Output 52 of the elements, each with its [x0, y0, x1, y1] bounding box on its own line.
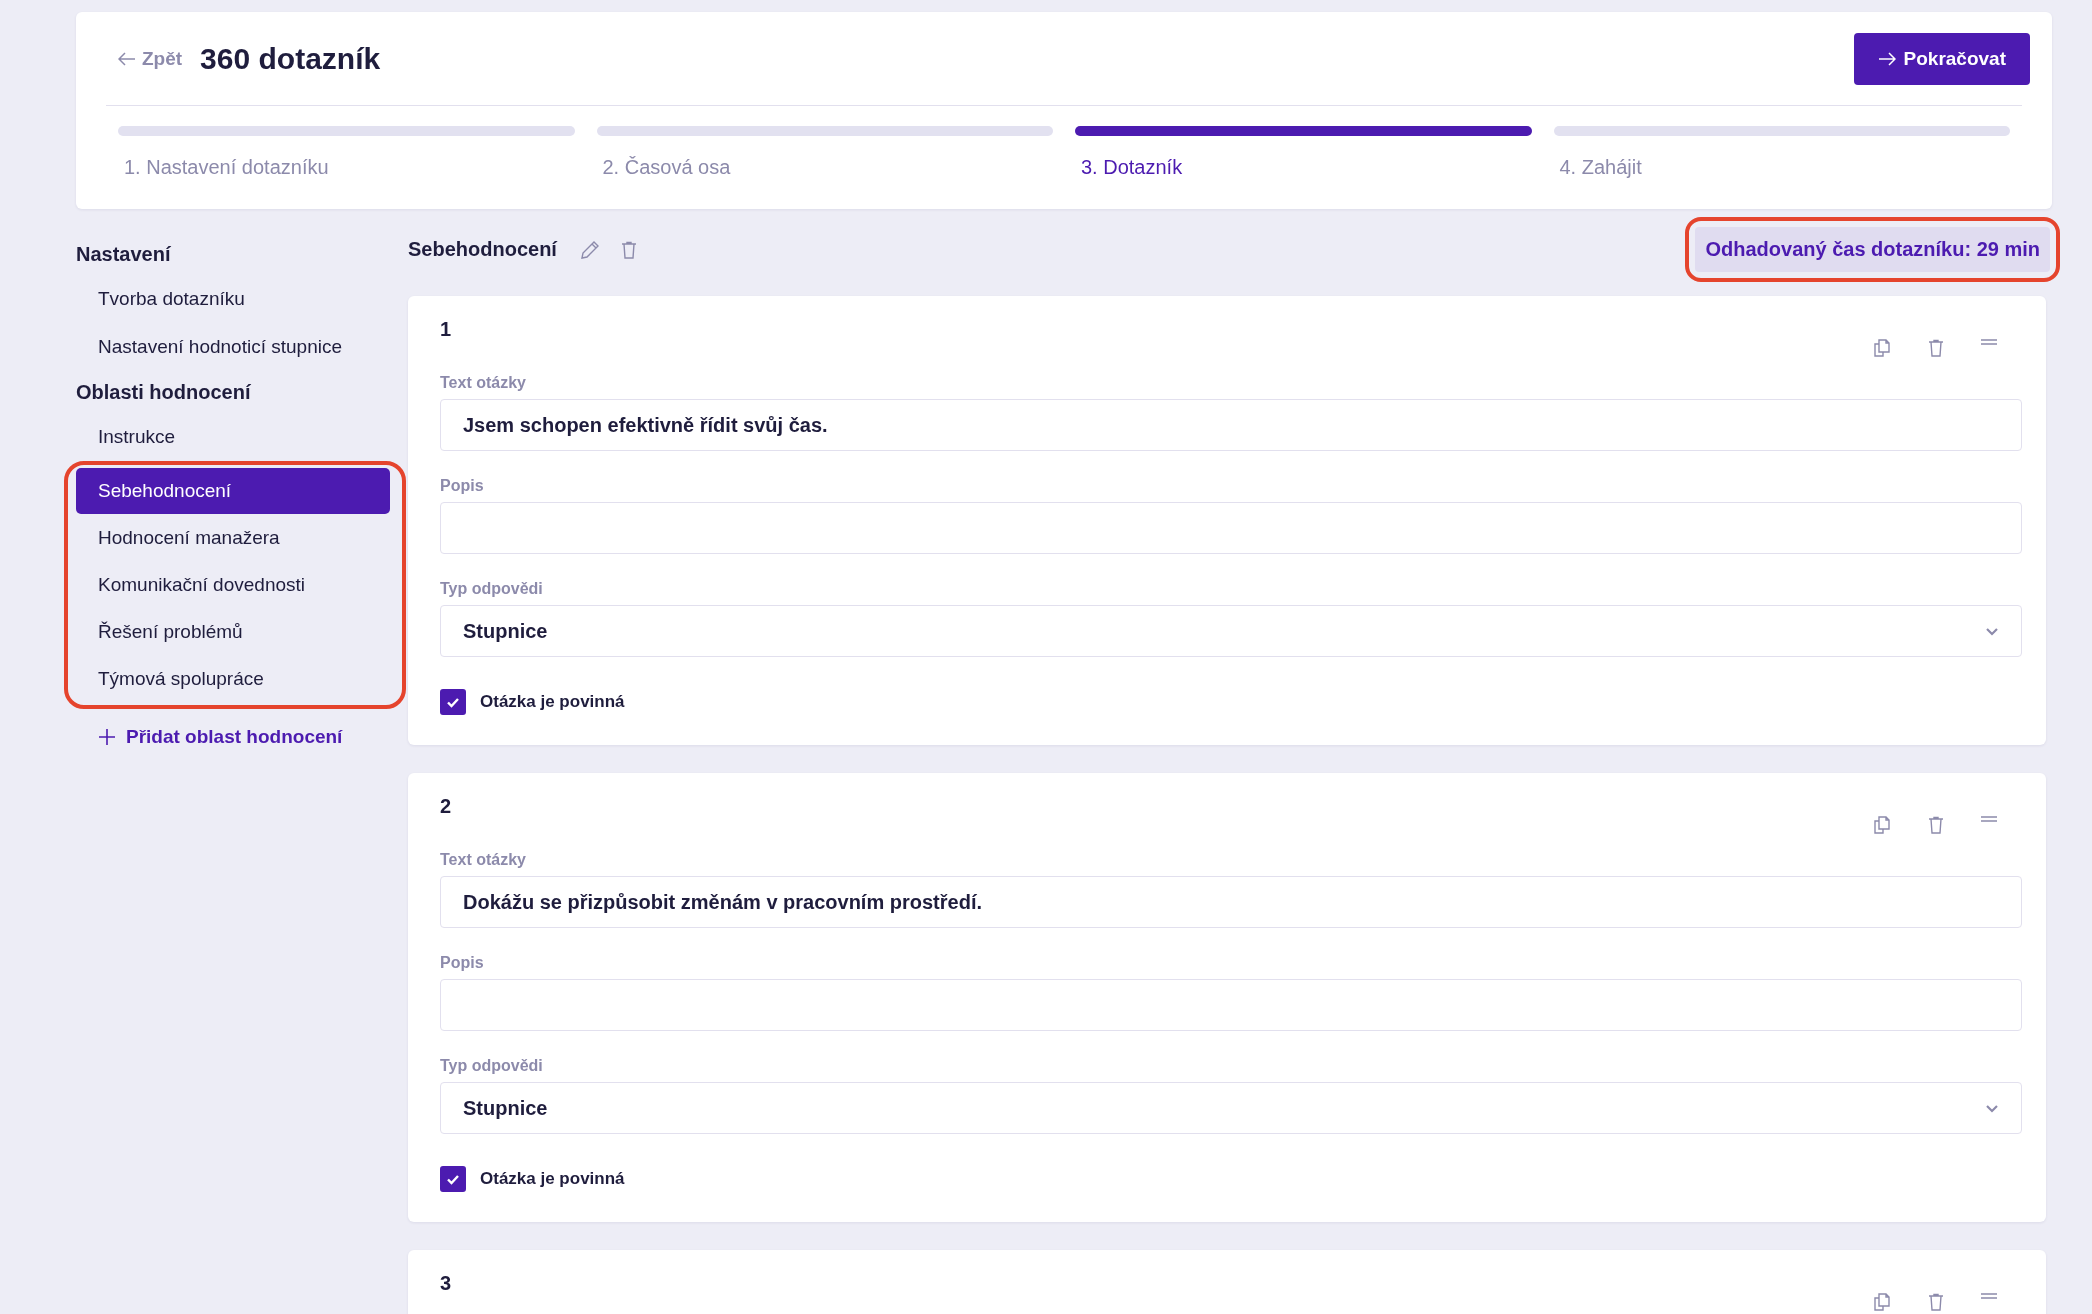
- sidebar-item[interactable]: Tvorba dotazníku: [76, 276, 390, 322]
- question-text-field[interactable]: Dokážu se přizpůsobit změnám v pracovním prostředí.: [440, 876, 2022, 928]
- checkbox-label: Otázka je povinná: [480, 1169, 625, 1189]
- field-label: Typ odpovědi: [440, 580, 544, 598]
- pencil-icon[interactable]: [578, 238, 601, 261]
- description-field[interactable]: [440, 979, 2022, 1031]
- field-label: Popis: [440, 954, 485, 972]
- copy-icon[interactable]: [1872, 338, 1892, 358]
- check-icon: [446, 696, 460, 708]
- check-icon: [446, 1173, 460, 1185]
- sidebar-heading: Oblasti hodnocení: [76, 379, 252, 405]
- arrow-left-icon: [118, 51, 136, 66]
- field-label: Typ odpovědi: [440, 1057, 544, 1075]
- copy-icon[interactable]: [1872, 1292, 1892, 1312]
- question-number: 2: [440, 795, 452, 818]
- field-label: Text otázky: [440, 374, 527, 392]
- add-area-link[interactable]: Přidat oblast hodnocení: [76, 713, 390, 761]
- sidebar-item[interactable]: Týmová spolupráce: [76, 656, 390, 702]
- continue-button[interactable]: Pokračovat: [1853, 32, 2030, 85]
- drag-handle-icon[interactable]: [1980, 1292, 1998, 1300]
- field-label: Text otázky: [440, 851, 527, 869]
- sidebar-item[interactable]: Sebehodnocení: [76, 468, 390, 514]
- sidebar-heading: Nastavení: [76, 241, 172, 267]
- section-title: Sebehodnocení: [408, 238, 557, 261]
- field-label: Popis: [440, 477, 485, 495]
- arrow-right-icon: [1877, 51, 1896, 66]
- checkbox[interactable]: [440, 1166, 466, 1192]
- chevron-down-icon: [1985, 626, 1999, 636]
- checkbox-label: Otázka je povinná: [480, 692, 625, 712]
- page-title: 360 dotazník: [200, 41, 382, 76]
- trash-icon[interactable]: [1926, 815, 1946, 835]
- drag-handle-icon[interactable]: [1980, 338, 1998, 346]
- copy-icon[interactable]: [1872, 815, 1892, 835]
- question-text-field[interactable]: Jsem schopen efektivně řídit svůj čas.: [440, 399, 2022, 451]
- chevron-down-icon: [1985, 1103, 1999, 1113]
- sidebar-item[interactable]: Komunikační dovednosti: [76, 562, 390, 608]
- question-number: 1: [440, 318, 452, 341]
- time-estimate-badge: Odhadovaný čas dotazníku: 29 min: [1695, 227, 2050, 272]
- sidebar-item[interactable]: Instrukce: [76, 414, 390, 460]
- answer-type-select[interactable]: Stupnice: [440, 1082, 2022, 1134]
- question-number: 3: [440, 1272, 452, 1295]
- step-label[interactable]: 3. Dotazník: [1075, 156, 1532, 179]
- answer-type-select[interactable]: Stupnice: [440, 605, 2022, 657]
- trash-icon[interactable]: [1926, 1292, 1946, 1312]
- trash-icon[interactable]: [1926, 338, 1946, 358]
- sidebar-item[interactable]: Nastavení hodnoticí stupnice: [76, 324, 390, 370]
- plus-icon: [98, 728, 116, 746]
- sidebar-item[interactable]: Hodnocení manažera: [76, 515, 390, 561]
- drag-handle-icon[interactable]: [1980, 815, 1998, 823]
- description-field[interactable]: [440, 502, 2022, 554]
- checkbox[interactable]: [440, 689, 466, 715]
- sidebar-item[interactable]: Řešení problémů: [76, 609, 390, 655]
